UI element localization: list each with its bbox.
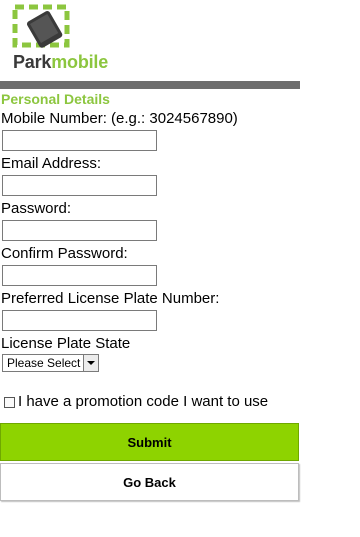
- promo-code-row: I have a promotion code I want to use: [4, 393, 300, 411]
- chevron-down-icon[interactable]: [83, 355, 99, 371]
- go-back-button[interactable]: Go Back: [0, 463, 299, 501]
- email-input[interactable]: [2, 175, 157, 196]
- registration-form: Personal Details Mobile Number: (e.g.: 3…: [0, 90, 300, 501]
- header: Parkmobile: [0, 0, 300, 90]
- submit-button[interactable]: Submit: [0, 423, 299, 461]
- parking-phone-logo-icon: [12, 4, 70, 48]
- password-group: Password:: [0, 199, 300, 241]
- email-group: Email Address:: [0, 154, 300, 196]
- confirm-password-label: Confirm Password:: [1, 245, 128, 262]
- password-label: Password:: [1, 200, 72, 217]
- mobile-number-label: Mobile Number: (e.g.: 3024567890): [1, 110, 238, 127]
- section-title: Personal Details: [1, 91, 110, 107]
- license-plate-group: Preferred License Plate Number:: [0, 289, 300, 331]
- mobile-number-group: Mobile Number: (e.g.: 3024567890): [0, 109, 300, 151]
- confirm-password-input[interactable]: [2, 265, 157, 286]
- mobile-number-input[interactable]: [2, 130, 157, 151]
- license-plate-label: Preferred License Plate Number:: [1, 290, 220, 307]
- email-label: Email Address:: [1, 155, 102, 172]
- plate-state-label: License Plate State: [1, 335, 131, 352]
- license-plate-input[interactable]: [2, 310, 157, 331]
- brand-name-part2: mobile: [51, 52, 109, 72]
- header-divider-bar: [0, 81, 300, 89]
- promo-code-label[interactable]: I have a promotion code I want to use: [18, 393, 268, 411]
- plate-state-selected-value: Please Select: [7, 356, 81, 370]
- password-input[interactable]: [2, 220, 157, 241]
- plate-state-select[interactable]: Please Select: [2, 354, 100, 372]
- confirm-password-group: Confirm Password:: [0, 244, 300, 286]
- promo-code-checkbox[interactable]: [4, 396, 15, 408]
- brand-wordmark: Parkmobile: [13, 52, 108, 72]
- brand-name-part1: Park: [13, 52, 52, 72]
- plate-state-group: License Plate State Please Select: [0, 334, 300, 372]
